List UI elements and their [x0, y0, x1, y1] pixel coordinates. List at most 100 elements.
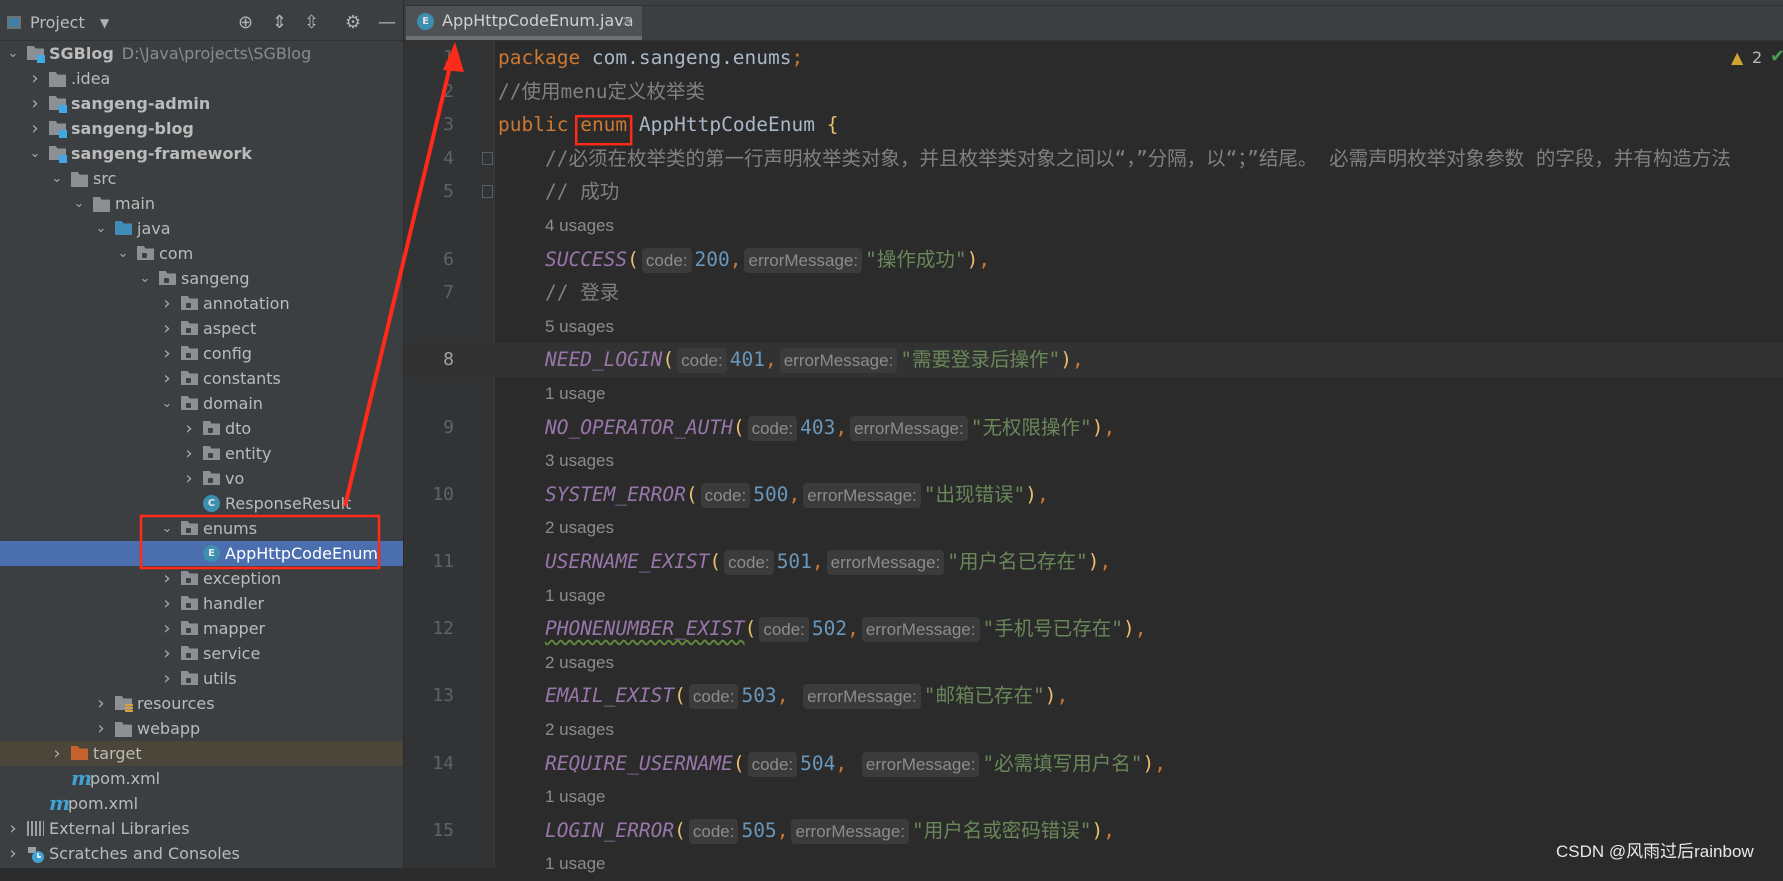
module-marker-icon	[37, 55, 45, 63]
tree-item-entity[interactable]: › entity	[0, 441, 403, 466]
tree-item-mapper[interactable]: › mapper	[0, 616, 403, 641]
usages-link[interactable]: 4 usages	[545, 209, 614, 243]
chevron-right-icon[interactable]: ›	[28, 91, 42, 116]
warning-count[interactable]: 2	[1752, 48, 1762, 67]
tree-item-pom-xml[interactable]: m pom.xml	[0, 791, 403, 816]
chevron-down-icon[interactable]: ⌄	[116, 241, 130, 266]
code-token: ,	[788, 482, 801, 506]
usages-link[interactable]: 1 usage	[545, 847, 606, 881]
chevron-right-icon[interactable]: ›	[6, 841, 20, 866]
chevron-right-icon[interactable]: ›	[182, 441, 196, 466]
tree-item-webapp[interactable]: › webapp	[0, 716, 403, 741]
tree-item-enums[interactable]: ⌄ enums	[0, 516, 403, 541]
usages-link[interactable]: 1 usage	[545, 579, 606, 613]
tree-item-domain[interactable]: ⌄ domain	[0, 391, 403, 416]
check-icon[interactable]: ✔	[1770, 46, 1783, 67]
collapse-all-icon[interactable]: ⇳	[304, 12, 319, 34]
chevron-right-icon[interactable]: ›	[28, 116, 42, 141]
project-window-icon	[7, 16, 21, 29]
tree-item-src[interactable]: ⌄ src	[0, 166, 403, 191]
tree-item-main[interactable]: ⌄ main	[0, 191, 403, 216]
chevron-down-icon[interactable]: ⌄	[6, 41, 20, 66]
tree-item-sangeng-admin[interactable]: › sangeng-admin	[0, 91, 403, 116]
chevron-right-icon[interactable]: ›	[94, 716, 108, 741]
tree-item-utils[interactable]: › utils	[0, 666, 403, 691]
minimize-icon[interactable]: —	[378, 12, 396, 34]
chevron-down-icon[interactable]: ▼	[100, 12, 109, 34]
chevron-down-icon[interactable]: ⌄	[160, 516, 174, 541]
chevron-down-icon[interactable]: ⌄	[138, 266, 152, 291]
usages-link[interactable]: 2 usages	[545, 511, 614, 545]
chevron-down-icon[interactable]: ⌄	[94, 216, 108, 241]
tree-item-responseresult[interactable]: C ResponseResult	[0, 491, 403, 516]
tree-item-constants[interactable]: › constants	[0, 366, 403, 391]
chevron-right-icon[interactable]: ›	[160, 341, 174, 366]
tree-item-target[interactable]: › target	[0, 741, 403, 766]
chevron-right-icon[interactable]: ›	[182, 466, 196, 491]
tree-item-external-libraries[interactable]: › External Libraries	[0, 816, 403, 841]
tree-item-config[interactable]: › config	[0, 341, 403, 366]
tree-item-java[interactable]: ⌄ java	[0, 216, 403, 241]
label-text: annotation	[203, 294, 290, 313]
fold-marker-icon[interactable]	[482, 185, 493, 199]
tree-item-sangeng-blog[interactable]: › sangeng-blog	[0, 116, 403, 141]
locate-icon[interactable]: ⊕	[238, 12, 253, 34]
chevron-down-icon[interactable]: ⌄	[50, 166, 64, 191]
label-text: constants	[203, 369, 281, 388]
tree-item--idea[interactable]: › .idea	[0, 66, 403, 91]
chevron-right-icon[interactable]: ›	[160, 641, 174, 666]
tree-item-scratches-and-consoles[interactable]: › Scratches and Consoles	[0, 841, 403, 866]
code-line: NEED_LOGIN(code: 401, errorMessage: "需要登录后操…	[498, 343, 1084, 377]
label-text: target	[93, 744, 142, 763]
chevron-right-icon[interactable]: ›	[160, 366, 174, 391]
fold-marker-icon[interactable]	[482, 151, 493, 165]
chevron-right-icon[interactable]: ›	[160, 566, 174, 591]
tree-item-sangeng[interactable]: ⌄ sangeng	[0, 266, 403, 291]
tree-item-exception[interactable]: › exception	[0, 566, 403, 591]
gear-icon[interactable]: ⚙	[345, 12, 361, 34]
usages-link[interactable]: 1 usage	[545, 377, 606, 411]
chevron-right-icon[interactable]: ›	[160, 591, 174, 616]
chevron-right-icon[interactable]: ›	[160, 616, 174, 641]
chevron-right-icon[interactable]: ›	[28, 66, 42, 91]
tree-item-aspect[interactable]: › aspect	[0, 316, 403, 341]
chevron-right-icon[interactable]: ›	[94, 691, 108, 716]
close-icon[interactable]: ✕	[621, 11, 634, 31]
tree-item-pom-xml[interactable]: m pom.xml	[0, 766, 403, 791]
code-token: (	[627, 247, 639, 271]
usages-link[interactable]: 2 usages	[545, 713, 614, 747]
chevron-right-icon[interactable]: ›	[182, 416, 196, 441]
usages-link[interactable]: 3 usages	[545, 444, 614, 478]
tree-item-apphttpcodeenum[interactable]: E AppHttpCodeEnum	[0, 541, 403, 566]
warning-icon[interactable]: ▲	[1731, 48, 1743, 67]
chevron-right-icon[interactable]: ›	[50, 741, 64, 766]
package-dot-icon	[208, 478, 213, 483]
tab-apphttpcodeenum-java[interactable]: E AppHttpCodeEnum.java ✕	[406, 6, 642, 40]
usages-link[interactable]: 2 usages	[545, 646, 614, 680]
tree-item-dto[interactable]: › dto	[0, 416, 403, 441]
chevron-down-icon[interactable]: ⌄	[160, 391, 174, 416]
chevron-down-icon[interactable]: ⌄	[28, 141, 42, 166]
chevron-right-icon[interactable]: ›	[6, 816, 20, 841]
expand-all-icon[interactable]: ⇕	[272, 12, 287, 34]
tree-item-sangeng-framework[interactable]: ⌄ sangeng-framework	[0, 141, 403, 166]
tree-item-service[interactable]: › service	[0, 641, 403, 666]
usages-link[interactable]: 1 usage	[545, 780, 606, 814]
chevron-down-icon[interactable]: ⌄	[72, 191, 86, 216]
parameter-hint: errorMessage:	[744, 247, 863, 273]
chevron-right-icon[interactable]: ›	[160, 316, 174, 341]
tree-item-vo[interactable]: › vo	[0, 466, 403, 491]
code-line: // 登录	[498, 276, 619, 310]
chevron-right-icon[interactable]: ›	[160, 666, 174, 691]
chevron-right-icon[interactable]: ›	[160, 291, 174, 316]
tree-item-handler[interactable]: › handler	[0, 591, 403, 616]
label-text: exception	[203, 569, 282, 588]
tree-item-sgblog[interactable]: ⌄ SGBlog D:\Java\projects\SGBlog	[0, 41, 403, 66]
tree-item-annotation[interactable]: › annotation	[0, 291, 403, 316]
tree-item-resources[interactable]: › resources	[0, 691, 403, 716]
tree-item-com[interactable]: ⌄ com	[0, 241, 403, 266]
line-number: 7	[443, 282, 454, 304]
project-view-selector[interactable]: Project	[30, 13, 85, 33]
usages-link[interactable]: 5 usages	[545, 310, 614, 344]
